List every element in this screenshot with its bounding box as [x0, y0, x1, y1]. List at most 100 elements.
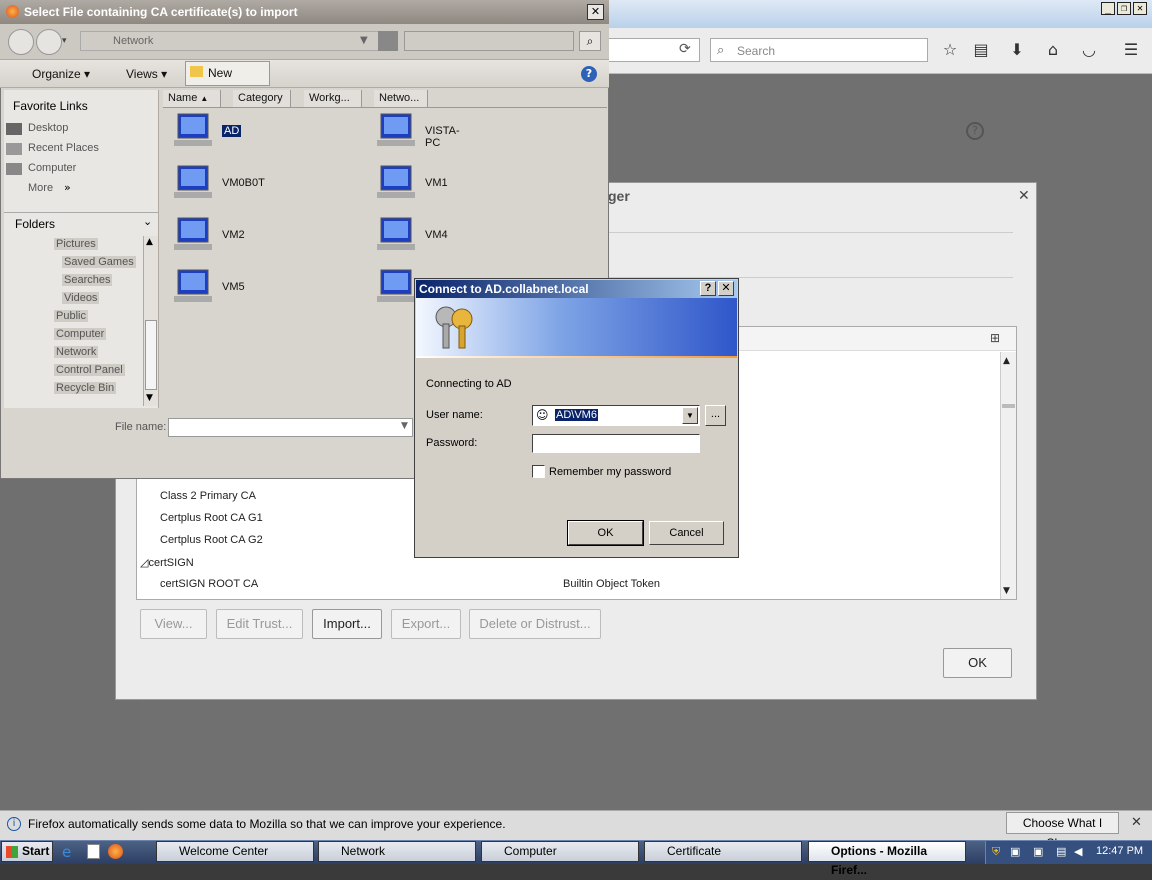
choose-what-i-share-button[interactable]: Choose What I Share	[1006, 812, 1119, 850]
help-icon[interactable]: ?	[966, 122, 984, 140]
search-box[interactable]: ⌕ Search	[710, 38, 928, 62]
scroll-thumb[interactable]	[1002, 404, 1015, 408]
file-item-vm1[interactable]: VM1	[373, 164, 448, 203]
search-button-icon[interactable]: ⌕	[579, 31, 601, 51]
reading-list-icon[interactable]: ▤	[970, 40, 992, 62]
address-bar[interactable]: Network	[80, 31, 398, 51]
folder-saved-games[interactable]: Saved Games	[62, 256, 136, 268]
menu-icon[interactable]: ☰	[1120, 40, 1142, 62]
remember-password-checkbox[interactable]	[532, 465, 545, 478]
scroll-up-icon[interactable]: ▲	[146, 237, 153, 247]
cert-list-scrollbar[interactable]: ▲ ▼	[1000, 352, 1016, 599]
cert-row-name[interactable]: Certplus Root CA G1	[160, 512, 263, 524]
connect-cancel-button[interactable]: Cancel	[649, 521, 724, 545]
column-name[interactable]: Name ▲	[163, 90, 221, 107]
refresh-icon[interactable]	[378, 31, 398, 51]
search-field[interactable]	[404, 31, 574, 51]
home-icon[interactable]: ⌂	[1042, 40, 1064, 62]
views-button[interactable]: Views ▾	[108, 63, 167, 85]
file-name-input[interactable]: ▼	[168, 418, 413, 437]
file-item-vm5[interactable]: VM5	[170, 268, 245, 307]
username-dropdown-icon[interactable]: ▼	[682, 407, 698, 424]
help-button[interactable]: ?	[700, 281, 716, 296]
task-network[interactable]: Network	[318, 841, 476, 862]
show-desktop-icon[interactable]	[87, 844, 100, 859]
downloads-icon[interactable]: ⬇	[1006, 40, 1028, 62]
notification-close-icon[interactable]: ✕	[1131, 815, 1142, 830]
folder-pictures[interactable]: Pictures	[54, 238, 98, 250]
password-input[interactable]	[532, 434, 700, 453]
edit-trust-button[interactable]: Edit Trust...	[216, 609, 303, 639]
dropdown-arrow-icon[interactable]: ▼	[401, 421, 408, 431]
folder-public[interactable]: Public	[54, 310, 88, 322]
help-icon[interactable]: ?	[581, 66, 597, 82]
task-certificate[interactable]: Certificate	[644, 841, 802, 862]
username-combobox[interactable]: ☺ AD\VM6 ▼	[532, 405, 700, 426]
folders-header[interactable]: Folders	[15, 217, 55, 231]
browse-users-button[interactable]: ...	[705, 405, 726, 426]
double-chevron-icon[interactable]: »	[64, 181, 71, 194]
security-shield-icon[interactable]: ⛨	[992, 845, 1000, 859]
file-item-vm4[interactable]: VM4	[373, 216, 448, 255]
new-folder-button[interactable]: New Folder	[185, 61, 270, 102]
organize-button[interactable]: Organize ▾	[14, 63, 90, 85]
chevron-down-icon[interactable]: ⌄	[143, 215, 152, 228]
minimize-button[interactable]: _	[1101, 2, 1115, 15]
cert-ok-button[interactable]: OK	[943, 648, 1012, 678]
folder-network[interactable]: Network	[54, 346, 99, 358]
volume-icon[interactable]: ◀	[1074, 845, 1082, 858]
folder-videos[interactable]: Videos	[62, 292, 100, 304]
task-firefox-options[interactable]: Options - Mozilla Firef...	[808, 841, 966, 877]
cert-row-name[interactable]: Certplus Root CA G2	[160, 534, 263, 546]
forward-button[interactable]	[36, 29, 62, 55]
column-picker-icon[interactable]: ⊞	[990, 331, 1000, 345]
folder-searches[interactable]: Searches	[62, 274, 113, 286]
column-category[interactable]: Category	[233, 90, 291, 107]
restore-button[interactable]: ❐	[1117, 2, 1131, 15]
file-item-vm2[interactable]: VM2	[170, 216, 245, 255]
file-item-partial[interactable]	[373, 268, 419, 307]
scroll-down-icon[interactable]: ▼	[146, 393, 153, 403]
column-network[interactable]: Netwo...	[374, 90, 428, 107]
address-dropdown-icon[interactable]: ▼	[360, 35, 368, 46]
scroll-up-icon[interactable]: ▲	[1003, 356, 1010, 366]
close-window-button[interactable]: ✕	[1133, 2, 1147, 15]
pocket-icon[interactable]: ◡	[1078, 40, 1100, 62]
delete-distrust-button[interactable]: Delete or Distrust...	[469, 609, 601, 639]
cert-row-name[interactable]: Class 2 Primary CA	[160, 490, 256, 502]
folder-control-panel[interactable]: Control Panel	[54, 364, 125, 376]
export-button[interactable]: Export...	[391, 609, 461, 639]
import-button[interactable]: Import...	[312, 609, 382, 639]
ie-icon[interactable]: e	[62, 843, 71, 861]
cert-row-name[interactable]: certSIGN ROOT CA	[160, 578, 258, 590]
favorite-link-more[interactable]: More	[28, 182, 53, 194]
connect-ok-button[interactable]: OK	[567, 520, 644, 546]
cert-group-row[interactable]: ◿certSIGN	[140, 556, 194, 569]
reload-icon[interactable]: ⟳	[679, 41, 691, 57]
close-button[interactable]: ✕	[718, 281, 734, 296]
task-computer[interactable]: Computer	[481, 841, 639, 862]
bookmark-star-icon[interactable]: ☆	[939, 40, 961, 62]
folder-recycle-bin[interactable]: Recycle Bin	[54, 382, 117, 394]
file-item-vm0b0t[interactable]: VM0B0T	[170, 164, 265, 203]
view-button[interactable]: View...	[140, 609, 207, 639]
file-item-vista-pc[interactable]: VISTA-PC	[373, 112, 460, 151]
task-welcome-center[interactable]: Welcome Center	[156, 841, 314, 862]
favorite-link-recent[interactable]: Recent Places	[28, 142, 99, 154]
scroll-down-icon[interactable]: ▼	[1003, 586, 1010, 596]
tray-icon[interactable]: ▣	[1033, 845, 1043, 858]
folder-computer[interactable]: Computer	[54, 328, 107, 340]
start-button[interactable]: Start	[1, 841, 53, 862]
file-dialog-close-button[interactable]: ✕	[587, 4, 604, 20]
url-bar[interactable]: ⟳	[608, 38, 700, 62]
back-button[interactable]	[8, 29, 34, 55]
favorite-link-desktop[interactable]: Desktop	[28, 122, 68, 134]
favorite-link-computer[interactable]: Computer	[28, 162, 76, 174]
column-workgroup[interactable]: Workg...	[304, 90, 362, 107]
scroll-thumb[interactable]	[145, 320, 157, 390]
network-tray-icon[interactable]: ▤	[1056, 845, 1066, 858]
folders-scrollbar[interactable]: ▲ ▼	[143, 236, 158, 406]
cert-close-icon[interactable]: ✕	[1018, 188, 1030, 204]
file-item-ad[interactable]: AD	[170, 112, 242, 151]
tray-icon[interactable]: ▣	[1010, 845, 1020, 858]
